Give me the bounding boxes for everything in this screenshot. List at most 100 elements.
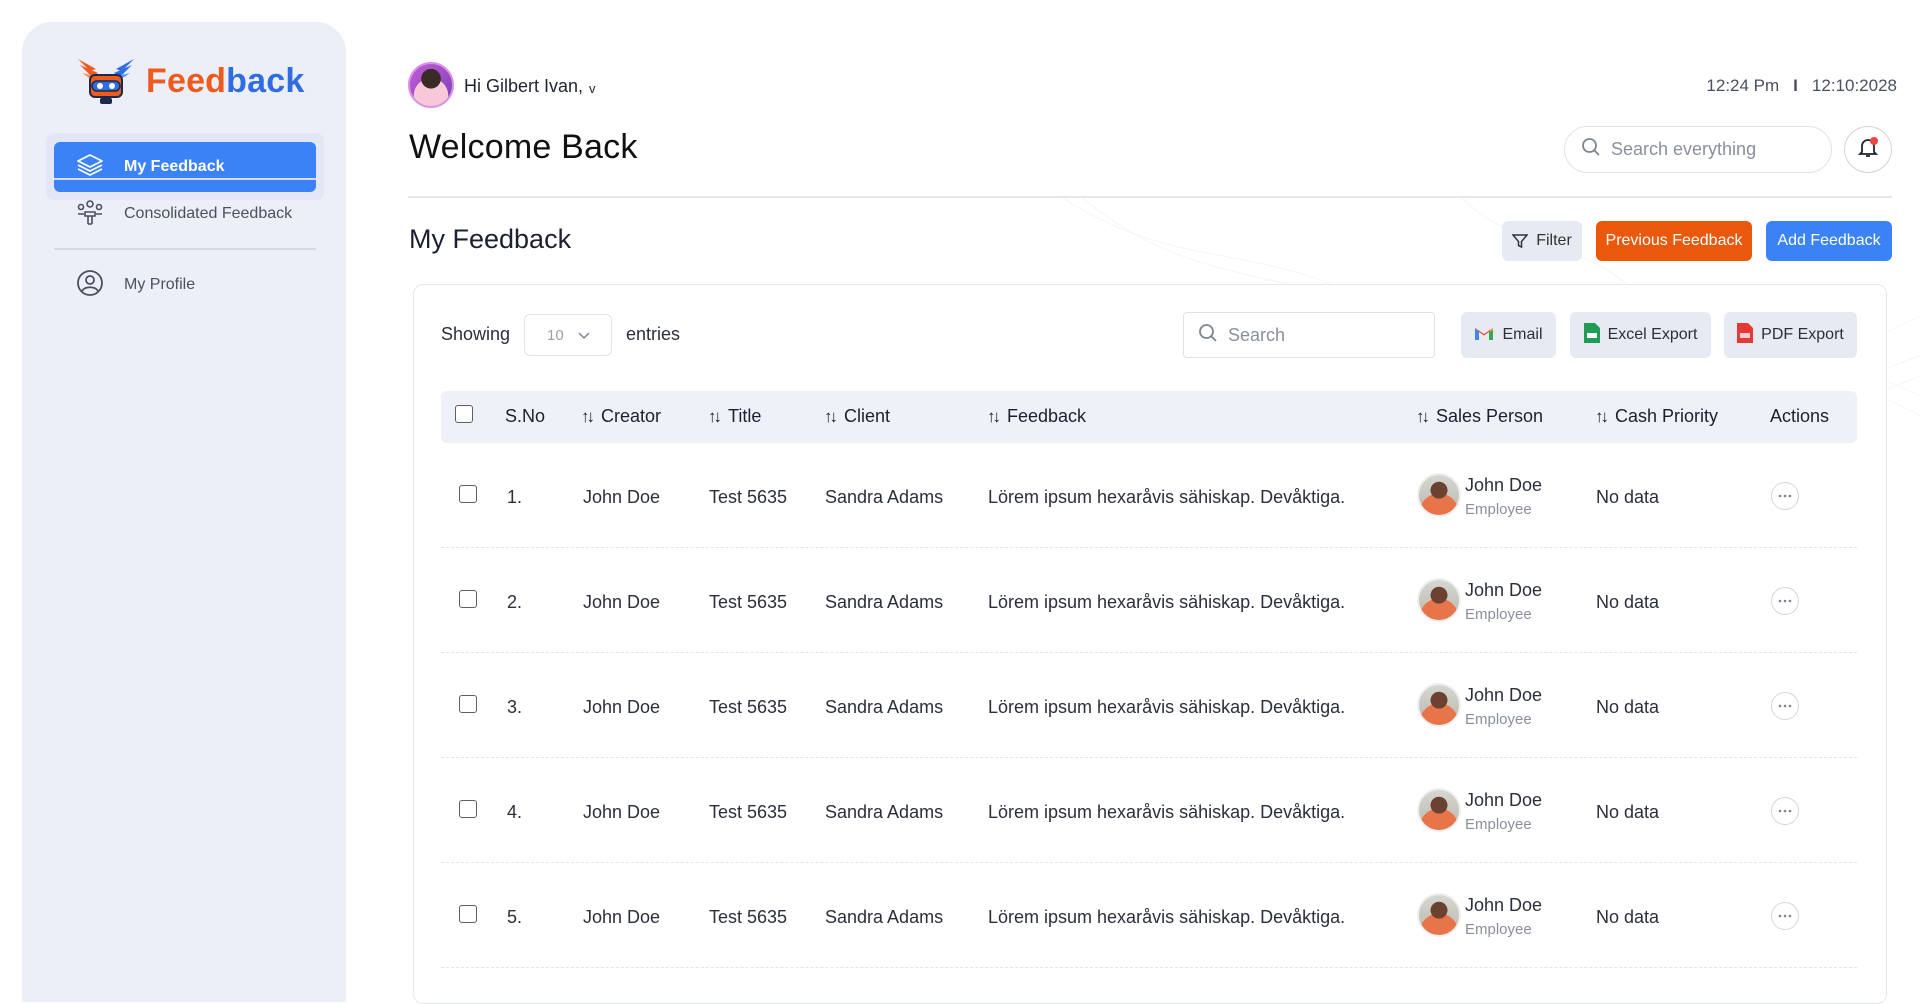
- nav-divider: [54, 248, 316, 250]
- showing-label: Showing: [441, 324, 511, 344]
- header-divider: [408, 196, 1892, 198]
- user-circle-icon: [76, 269, 104, 302]
- column-header-client[interactable]: ↑↓ Client: [824, 406, 890, 427]
- table-search[interactable]: [1183, 312, 1435, 358]
- cell-creator: John Doe: [583, 592, 661, 612]
- gmail-icon: [1474, 325, 1494, 346]
- column-label: Creator: [601, 406, 662, 426]
- row-actions-button[interactable]: [1771, 587, 1799, 615]
- column-header-title[interactable]: ↑↓ Title: [708, 406, 761, 427]
- filter-icon: [1512, 233, 1529, 249]
- sales-person-role: Employee: [1465, 606, 1532, 623]
- column-header-sno: S.No: [505, 406, 545, 427]
- sidebar-item-my-profile[interactable]: My Profile: [54, 260, 316, 310]
- sales-person-name: John Doe: [1465, 475, 1543, 495]
- cell-title: Test 5635: [709, 907, 788, 927]
- table-row[interactable]: 2. John Doe Test 5635 Sandra Adams Lörem…: [441, 548, 1857, 653]
- cell-client: Sandra Adams: [825, 907, 944, 927]
- row-checkbox[interactable]: [459, 590, 477, 608]
- sort-icon: ↑↓: [987, 406, 1001, 426]
- email-button[interactable]: Email: [1461, 312, 1556, 358]
- cell-title: Test 5635: [709, 592, 788, 612]
- cell-sno: 2.: [507, 592, 523, 612]
- logo-mark-icon: [76, 55, 136, 107]
- select-all-checkbox[interactable]: [455, 405, 473, 423]
- greeting-text: Hi Gilbert Ivan,: [464, 76, 584, 96]
- cell-sno: 4.: [507, 802, 523, 822]
- table-search-input[interactable]: [1228, 324, 1418, 346]
- time-separator: I: [1793, 76, 1798, 95]
- cell-feedback: Lörem ipsum hexaråvis sähiskap. Devåktig…: [988, 592, 1346, 612]
- notification-button[interactable]: [1844, 126, 1892, 173]
- cell-creator: John Doe: [583, 907, 661, 927]
- sales-person-name: John Doe: [1465, 790, 1543, 810]
- pdf-export-button[interactable]: PDF Export: [1724, 312, 1857, 358]
- cell-cash-priority: No data: [1596, 907, 1660, 927]
- excel-file-icon: [1583, 322, 1600, 348]
- cell-cash-priority: No data: [1596, 592, 1660, 612]
- sidebar-item-label: Consolidated Feedback: [124, 205, 293, 222]
- table-row[interactable]: 4. John Doe Test 5635 Sandra Adams Lörem…: [441, 758, 1857, 863]
- entries-label: entries: [626, 324, 681, 344]
- add-feedback-button[interactable]: Add Feedback: [1766, 221, 1892, 261]
- column-header-feedback[interactable]: ↑↓ Feedback: [987, 406, 1086, 427]
- sidebar-item-my-feedback[interactable]: My Feedback: [54, 142, 316, 192]
- cell-client: Sandra Adams: [825, 697, 944, 717]
- notification-dot: [1870, 137, 1878, 145]
- column-header-cash-priority[interactable]: ↑↓ Cash Priority: [1595, 406, 1718, 427]
- more-icon: [1778, 494, 1792, 498]
- table-row[interactable]: 1. John Doe Test 5635 Sandra Adams Lörem…: [441, 443, 1857, 548]
- table-row[interactable]: 3. John Doe Test 5635 Sandra Adams Lörem…: [441, 653, 1857, 758]
- logo-text: Feedback: [146, 61, 305, 100]
- sales-person-name: John Doe: [1465, 580, 1543, 600]
- avatar: [1417, 788, 1461, 832]
- row-checkbox[interactable]: [459, 485, 477, 503]
- column-header-sales-person[interactable]: ↑↓ Sales Person: [1416, 406, 1543, 427]
- sort-icon: ↑↓: [1595, 406, 1609, 426]
- cell-creator: John Doe: [583, 487, 661, 507]
- cell-title: Test 5635: [709, 802, 788, 822]
- chevron-down-icon: [578, 328, 590, 343]
- datetime-display: 12:24 Pm I 12:10:2028: [1706, 76, 1897, 96]
- global-search-input[interactable]: [1611, 139, 1811, 160]
- sales-person-role: Employee: [1465, 816, 1532, 833]
- user-avatar[interactable]: [408, 62, 454, 108]
- row-actions-button[interactable]: [1771, 482, 1799, 510]
- row-checkbox[interactable]: [459, 695, 477, 713]
- sidebar-item-consolidated-feedback[interactable]: Consolidated Feedback: [54, 189, 316, 239]
- table-row[interactable]: 5. John Doe Test 5635 Sandra Adams Lörem…: [441, 863, 1857, 968]
- cell-title: Test 5635: [709, 697, 788, 717]
- current-date: 12:10:2028: [1811, 76, 1897, 95]
- column-header-actions: Actions: [1770, 406, 1829, 427]
- column-label: Title: [728, 406, 762, 426]
- page-title: Welcome Back: [409, 128, 638, 166]
- team-icon: [76, 198, 104, 231]
- global-search[interactable]: [1564, 126, 1832, 173]
- row-checkbox[interactable]: [459, 800, 477, 818]
- row-actions-button[interactable]: [1771, 692, 1799, 720]
- row-checkbox[interactable]: [459, 905, 477, 923]
- previous-feedback-button[interactable]: Previous Feedback: [1596, 221, 1752, 261]
- sort-icon: ↑↓: [581, 406, 595, 426]
- avatar: [1417, 683, 1461, 727]
- user-greeting[interactable]: Hi Gilbert Ivan, v: [464, 76, 596, 97]
- column-label: Feedback: [1007, 406, 1087, 426]
- sales-person-role: Employee: [1465, 501, 1532, 518]
- entries-select[interactable]: 10: [524, 314, 612, 356]
- search-icon: [1581, 137, 1601, 162]
- row-actions-button[interactable]: [1771, 797, 1799, 825]
- sales-person-name: John Doe: [1465, 685, 1543, 705]
- excel-export-label: Excel Export: [1607, 326, 1698, 343]
- column-label: S.No: [505, 406, 546, 426]
- pdf-file-icon: [1737, 322, 1754, 348]
- email-label: Email: [1502, 326, 1543, 343]
- cell-creator: John Doe: [583, 802, 661, 822]
- cell-feedback: Lörem ipsum hexaråvis sähiskap. Devåktig…: [988, 907, 1346, 927]
- column-header-creator[interactable]: ↑↓ Creator: [581, 406, 661, 427]
- cell-sno: 1.: [507, 487, 523, 507]
- filter-button[interactable]: Filter: [1502, 221, 1582, 261]
- avatar: [1417, 893, 1461, 937]
- app-logo[interactable]: Feedback: [76, 52, 304, 110]
- row-actions-button[interactable]: [1771, 902, 1799, 930]
- excel-export-button[interactable]: Excel Export: [1570, 312, 1711, 358]
